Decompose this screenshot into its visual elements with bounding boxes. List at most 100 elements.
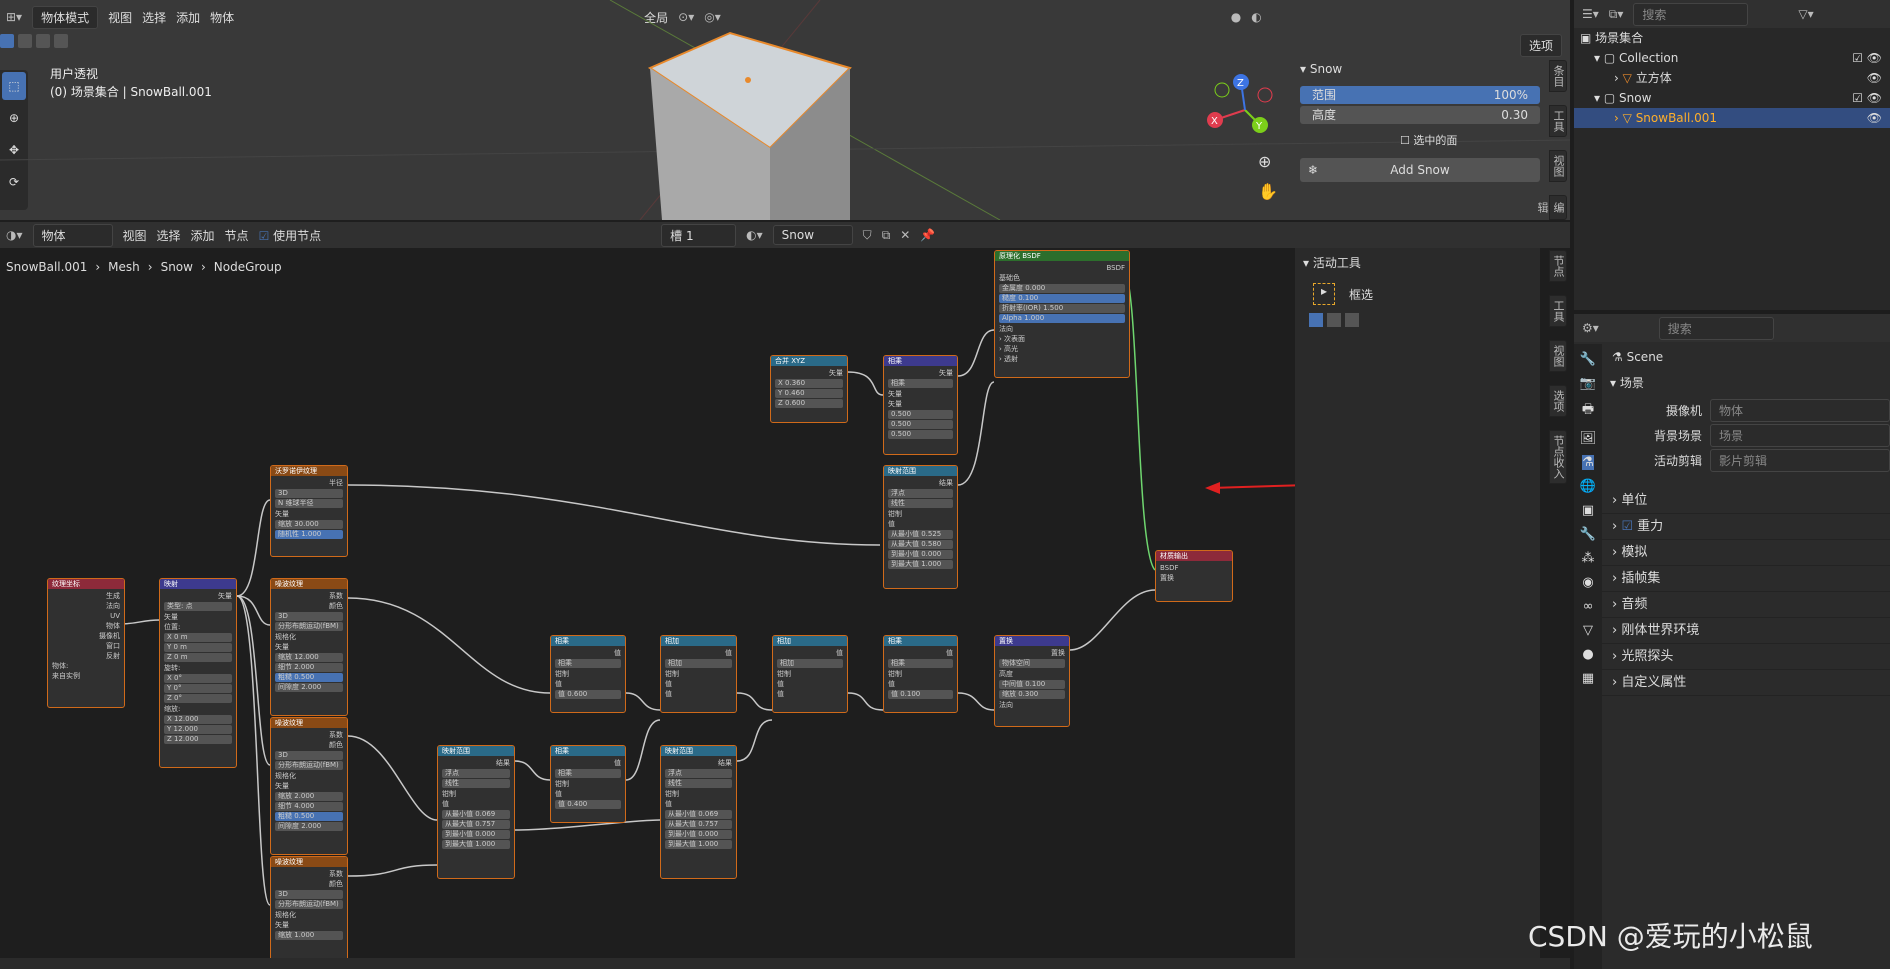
outliner-item-cube[interactable]: › ▽ 立方体 👁 xyxy=(1574,68,1890,88)
material-output-node[interactable]: 材质输出 BSDF 置换 xyxy=(1155,550,1233,602)
scene-name: ⚗ Scene xyxy=(1612,350,1664,364)
view-layer-icon[interactable]: 🖼 xyxy=(1580,431,1597,446)
mesh-icon: ▽ xyxy=(1622,71,1632,85)
properties-editor[interactable]: ⚙▾ 搜索 🔧 📷 🖶 🖼 ⚗ 🌐 ▣ 🔧 ⁂ ◉ ∞ ▽ ● ▦ ⚗ Scene ▾ 场景 摄像机 物体 … xyxy=(1574,314,1890,969)
active-clip-field[interactable]: 活动剪辑 影片剪辑 xyxy=(1610,448,1890,473)
box-select-icon: ▸ xyxy=(1313,283,1335,305)
outliner-item-snow[interactable]: ▾ ▢ Snow ☑ 👁 xyxy=(1574,88,1890,108)
math-multiply-node-1[interactable]: 相乘 值相乘 钳制值值 0.600 xyxy=(550,635,626,713)
snowflake-icon: ❄ xyxy=(1308,163,1319,177)
camera-field[interactable]: 摄像机 物体 xyxy=(1610,398,1890,423)
add-snow-button[interactable]: ❄ Add Snow xyxy=(1300,158,1540,182)
node-sidebar: ▾ 活动工具 ▸ 框选 xyxy=(1295,248,1540,969)
section-gravity[interactable]: › ☑ 重力 xyxy=(1602,514,1890,540)
pan-hand-icon[interactable]: ✋ xyxy=(1258,182,1278,201)
active-tool-row[interactable]: ▸ 框选 xyxy=(1295,277,1540,311)
viewport-tab-3[interactable]: 编辑 xyxy=(1536,195,1567,220)
scene-name-icon: ⚗ xyxy=(1612,350,1623,364)
filter-icon[interactable]: ▽▾ xyxy=(1798,7,1813,21)
section-audio[interactable]: › 音频 xyxy=(1602,592,1890,618)
render-icon[interactable]: 📷 xyxy=(1580,376,1596,391)
properties-tabs: 🔧 📷 🖶 🖼 ⚗ 🌐 ▣ 🔧 ⁂ ◉ ∞ ▽ ● ▦ xyxy=(1574,344,1602,969)
outliner-item-snowball[interactable]: › ▽ SnowBall.001 👁 xyxy=(1574,108,1890,128)
scene-section[interactable]: ▾ 场景 xyxy=(1610,374,1890,391)
object-icon[interactable]: ▣ xyxy=(1582,503,1594,518)
snow-panel-title[interactable]: ▾ Snow xyxy=(1300,62,1540,76)
physics-icon[interactable]: ◉ xyxy=(1582,575,1593,590)
navigation-gizmo[interactable]: X Y Z xyxy=(1205,70,1285,150)
section-light-probes[interactable]: › 光照探头 xyxy=(1602,644,1890,670)
outliner-type-icon[interactable]: ☰▾ xyxy=(1582,7,1599,21)
material-icon[interactable]: ● xyxy=(1582,647,1593,662)
svg-text:X: X xyxy=(1211,116,1218,127)
principled-bsdf-node[interactable]: 原理化 BSDF BSDF 基础色 金属度 0.000 糙度 0.100 折射率(IO… xyxy=(994,250,1130,378)
scene-collection-icon: ▣ xyxy=(1580,31,1592,45)
math-add-node-1[interactable]: 相加 值相加 钳制值值 xyxy=(660,635,737,713)
background-scene-field[interactable]: 背景场景 场景 xyxy=(1610,423,1890,448)
math-add-node-2[interactable]: 相加 值相加 钳制值值 xyxy=(772,635,848,713)
properties-type-icon[interactable]: ⚙▾ xyxy=(1582,321,1599,335)
node-tab-4[interactable]: 节点收入 xyxy=(1549,430,1567,484)
particles-icon[interactable]: ⁂ xyxy=(1582,551,1595,566)
watermark: CSDN @爱玩的小松鼠 xyxy=(1528,920,1813,953)
viewport-tab-2[interactable]: 视图 xyxy=(1549,150,1567,182)
snow-panel: ▾ Snow 范围 100% 高度 0.30 ☐ 选中的面 ❄ Add Snow xyxy=(1300,62,1540,212)
viewport-tab-1[interactable]: 工具 xyxy=(1549,105,1567,137)
collection-icon: ▢ xyxy=(1603,51,1616,65)
active-tool-header[interactable]: ▾ 活动工具 xyxy=(1295,248,1540,277)
constraints-icon[interactable]: ∞ xyxy=(1583,599,1594,614)
node-editor[interactable]: ◑▾ 物体 视图 选择 添加 节点 ☑ 使用节点 槽 1 ◐▾ Snow ⛉ ⧉… xyxy=(0,220,1570,969)
outliner-header: ☰▾ ⧉▾ 搜索 ▽▾ xyxy=(1574,0,1890,28)
height-field[interactable]: 高度 0.30 xyxy=(1300,106,1540,124)
outliner[interactable]: ☰▾ ⧉▾ 搜索 ▽▾ ▣ 场景集合 ▾ ▢ Collection ☑ 👁 › ▽… xyxy=(1574,0,1890,310)
viewport-tab-0[interactable]: 条目 xyxy=(1549,60,1567,92)
voronoi-texture-node[interactable]: 沃罗诺伊纹理 半径 3D N 维球半径 矢量 缩放 30.000 随机性 1.000 xyxy=(270,465,348,557)
select-mode-icons[interactable] xyxy=(1295,311,1540,329)
properties-header: ⚙▾ 搜索 xyxy=(1574,314,1890,342)
output-icon[interactable]: 🖶 xyxy=(1582,400,1594,422)
texture-coordinate-node[interactable]: 纹理坐标 生成 法向 UV 物体 摄像机 窗口 反射 物体: 来自实例 xyxy=(47,578,125,708)
map-range-node-2[interactable]: 映射范围 结果 浮点 线性 钳制值从最小值 0.069 从最大值 0.757 到最小值 0… xyxy=(437,745,515,879)
node-tab-2[interactable]: 视图 xyxy=(1549,340,1567,372)
status-bar xyxy=(0,958,1570,969)
scene-fields: 摄像机 物体 背景场景 场景 活动剪辑 影片剪辑 xyxy=(1610,398,1890,473)
noise-texture-node-1[interactable]: 噪波纹理 系数 颜色 3D 分形布朗运动(fBM) 规格化 矢量 缩放 12.000 细节 2… xyxy=(270,578,348,716)
displacement-node[interactable]: 置换 置换 物体空间 高度 中间值 0.100 缩放 0.300 法向 xyxy=(994,635,1070,727)
section-rigid-body-world[interactable]: › 刚体世界环境 xyxy=(1602,618,1890,644)
outliner-root[interactable]: ▣ 场景集合 xyxy=(1574,28,1890,48)
range-slider[interactable]: 范围 100% xyxy=(1300,86,1540,104)
modifier-icon[interactable]: 🔧 xyxy=(1580,527,1596,542)
display-mode-icon[interactable]: ⧉▾ xyxy=(1609,7,1624,22)
cube-object[interactable] xyxy=(640,28,860,220)
node-tab-0[interactable]: 节点 xyxy=(1549,250,1567,282)
section-keying-sets[interactable]: › 插帧集 xyxy=(1602,566,1890,592)
properties-search[interactable]: 搜索 xyxy=(1658,316,1774,340)
node-tab-3[interactable]: 选项 xyxy=(1549,385,1567,417)
outliner-search[interactable]: 搜索 xyxy=(1633,2,1749,26)
world-icon[interactable]: 🌐 xyxy=(1580,479,1596,494)
map-range-node-1[interactable]: 映射范围 结果 浮点 线性 钳制值从最小值 0.525 从最大值 0.580 到最小值 0… xyxy=(883,465,958,589)
vector-math-node[interactable]: 相乘 矢量 相乘 矢量 矢量 0.500 0.500 0.500 xyxy=(883,355,958,455)
section-simulation[interactable]: › 模拟 xyxy=(1602,540,1890,566)
noise-texture-node-3[interactable]: 噪波纹理 系数 颜色 3D 分形布朗运动(fBM) 规格化 矢量 缩放 1.000 xyxy=(270,856,348,966)
scene-icon[interactable]: ⚗ xyxy=(1582,455,1594,470)
properties-sections: › 单位 › ☑ 重力 › 模拟 › 插帧集 › 音频 › 刚体世界环境 › 光… xyxy=(1602,488,1890,696)
math-multiply-node-2[interactable]: 相乘 值相乘 钳制值值 0.100 xyxy=(883,635,958,713)
svg-text:Y: Y xyxy=(1255,121,1263,132)
texture-icon[interactable]: ▦ xyxy=(1582,671,1594,686)
zoom-icon[interactable]: ⊕ xyxy=(1258,152,1271,171)
map-range-node-3[interactable]: 映射范围 结果 浮点 线性 钳制值从最小值 0.069 从最大值 0.757 到最小值 0… xyxy=(660,745,737,879)
tool-icon[interactable]: 🔧 xyxy=(1580,352,1596,367)
combine-xyz-node[interactable]: 合并 XYZ 矢量 X 0.360 Y 0.460 Z 0.600 xyxy=(770,355,848,423)
section-custom-properties[interactable]: › 自定义属性 xyxy=(1602,670,1890,696)
selected-faces-checkbox[interactable]: ☐ 选中的面 xyxy=(1400,132,1540,148)
3d-viewport[interactable]: ⊞▾ 物体模式 视图 选择 添加 物体 全局 ⊙▾ ◎▾ ● ◐ 选项 ⬚ ⊕ … xyxy=(0,0,1570,220)
data-icon[interactable]: ▽ xyxy=(1583,623,1593,638)
node-tab-1[interactable]: 工具 xyxy=(1549,295,1567,327)
outliner-item-collection[interactable]: ▾ ▢ Collection ☑ 👁 xyxy=(1574,48,1890,68)
noise-texture-node-2[interactable]: 噪波纹理 系数 颜色 3D 分形布朗运动(fBM) 规格化 矢量 缩放 2.000 细节 4.… xyxy=(270,717,348,855)
mapping-node[interactable]: 映射 矢量 类型: 点矢量 位置: X 0 mY 0 mZ 0 m 旋转: X 0° Y 0… xyxy=(159,578,237,768)
math-multiply-node-3[interactable]: 相乘 值相乘 钳制值值 0.400 xyxy=(550,745,626,823)
svg-text:Z: Z xyxy=(1237,78,1244,89)
section-units[interactable]: › 单位 xyxy=(1602,488,1890,514)
